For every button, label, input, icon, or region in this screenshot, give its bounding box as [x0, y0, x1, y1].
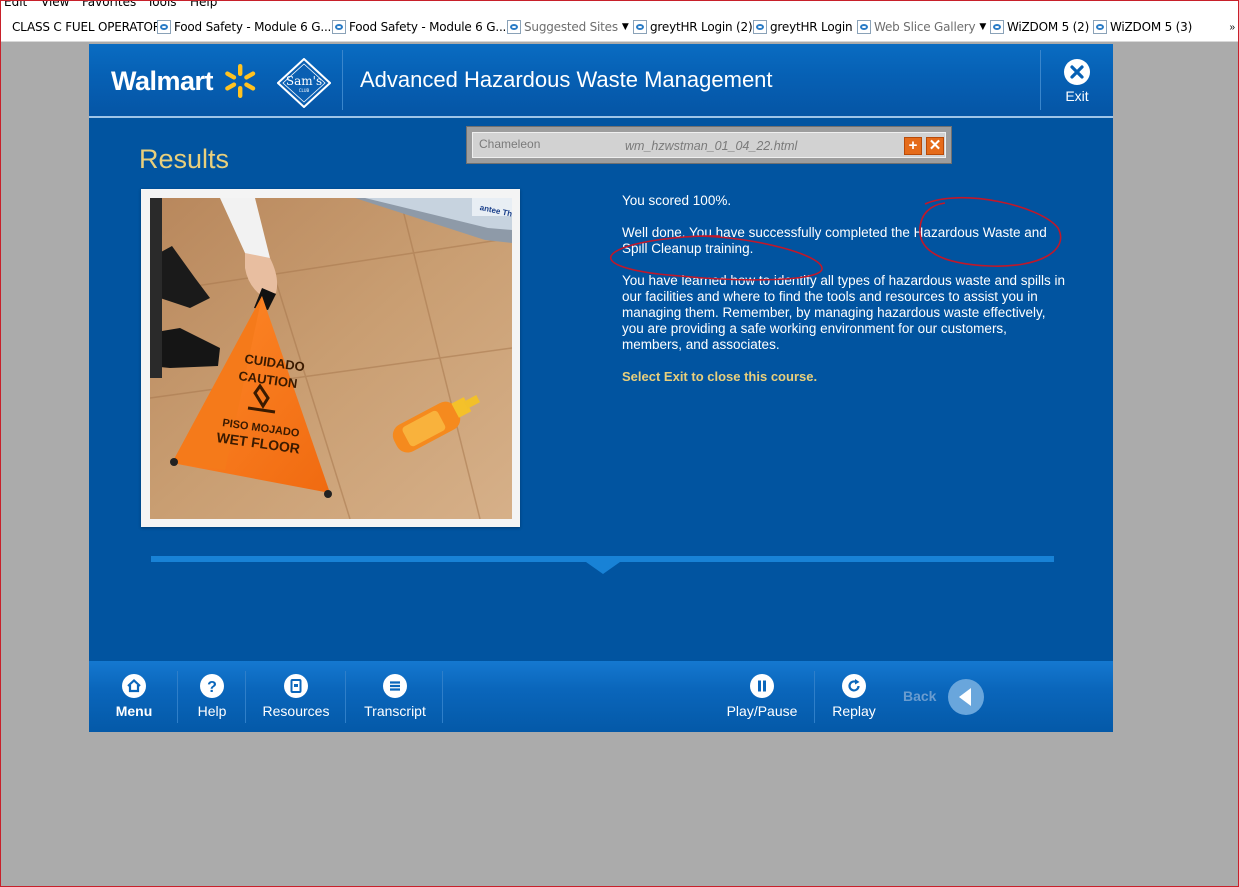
photo-frame: antee Th CUIDADO CAUTION PISO MOJADO WET… — [141, 189, 520, 527]
favorite-item[interactable]: WiZDOM 5 (2) — [990, 19, 1089, 35]
menu-tools[interactable]: Tools — [147, 0, 177, 9]
page-icon — [1, 20, 9, 34]
menu-view[interactable]: View — [41, 0, 69, 9]
favorite-label: Web Slice Gallery — [874, 20, 976, 34]
footer-divider — [345, 671, 346, 723]
header-divider — [342, 50, 343, 110]
progress-marker — [586, 562, 620, 574]
exit-instruction: Select Exit to close this course. — [622, 369, 818, 384]
back-button[interactable] — [948, 679, 984, 715]
course-header: Walmart Sam's CLUB Advanced Hazardous Wa… — [89, 44, 1113, 116]
close-icon[interactable]: ✕ — [926, 137, 944, 155]
walmart-logo: Walmart — [111, 66, 214, 96]
ie-page-icon — [633, 20, 647, 34]
transcript-icon — [383, 674, 407, 698]
ie-page-icon — [1093, 20, 1107, 34]
favorite-item[interactable]: greytHR Login — [753, 19, 853, 35]
dropdown-caret-icon: ▼ — [621, 22, 629, 32]
favorite-label: CLASS C FUEL OPERATOR — [12, 20, 161, 34]
transcript-label: Transcript — [364, 703, 426, 719]
home-icon — [122, 674, 146, 698]
footer-divider — [177, 671, 178, 723]
favorites-bar: CLASS C FUEL OPERATOR Food Safety - Modu… — [0, 10, 1239, 42]
more-chevron-icon[interactable]: » — [1229, 22, 1235, 33]
help-label: Help — [197, 703, 227, 719]
favorite-label: Food Safety - Module 6 G... — [349, 20, 507, 34]
footer-divider — [442, 671, 443, 723]
replay-icon — [842, 674, 866, 698]
transcript-button[interactable]: Transcript — [359, 661, 431, 732]
favorite-item[interactable]: WiZDOM 5 (3) — [1093, 19, 1192, 35]
course-footer: Menu ? Help Resources Transcript Play/Pa… — [89, 661, 1113, 732]
footer-divider — [814, 671, 815, 723]
dropdown-caret-icon: ▼ — [979, 22, 987, 32]
back-arrow-icon — [959, 688, 971, 706]
favorite-label: WiZDOM 5 (2) — [1007, 20, 1090, 34]
ie-page-icon — [990, 20, 1004, 34]
svg-text:?: ? — [207, 679, 217, 696]
favorite-label: greytHR Login — [770, 20, 853, 34]
header-underline — [89, 116, 1113, 118]
chameleon-toolbar[interactable]: Chameleon wm_hzwstman_01_04_22.html + ✕ — [466, 126, 952, 164]
sams-club-word: CLUB — [299, 88, 310, 93]
resources-icon — [284, 674, 308, 698]
play-pause-button[interactable]: Play/Pause — [724, 661, 800, 732]
menu-label: Menu — [115, 703, 153, 719]
score-text: You scored 100%. — [622, 193, 732, 208]
menu-favorites[interactable]: Favorites — [82, 0, 136, 9]
back-label: Back — [903, 688, 937, 704]
walmart-spark-icon — [225, 64, 256, 98]
pause-icon — [750, 674, 774, 698]
exit-label: Exit — [1065, 88, 1089, 104]
ie-page-icon — [753, 20, 767, 34]
help-icon: ? — [200, 674, 224, 698]
page-title: Results — [139, 144, 230, 174]
favorite-label: Suggested Sites — [524, 20, 618, 34]
chameleon-logo: Chameleon — [479, 137, 541, 151]
close-icon — [1064, 59, 1090, 85]
resources-button[interactable]: Resources — [259, 661, 333, 732]
exit-button[interactable]: Exit — [1041, 44, 1113, 116]
ie-page-icon — [857, 20, 871, 34]
help-button[interactable]: ? Help — [189, 661, 235, 732]
ie-page-icon — [332, 20, 346, 34]
ie-page-icon — [507, 20, 521, 34]
favorite-item[interactable]: greytHR Login (2) — [633, 19, 753, 35]
favorite-item[interactable]: Food Safety - Module 6 G... — [157, 19, 331, 35]
sams-wordmark: Sam's — [286, 74, 322, 88]
favorite-label: Food Safety - Module 6 G... — [174, 20, 332, 34]
course-title: Advanced Hazardous Waste Management — [360, 67, 773, 92]
favorite-item-suggested-sites[interactable]: Suggested Sites ▼ — [507, 19, 629, 35]
favorite-item-web-slice-gallery[interactable]: Web Slice Gallery ▼ — [857, 19, 986, 35]
favorite-item[interactable]: CLASS C FUEL OPERATOR — [1, 19, 161, 35]
menu-help[interactable]: Help — [190, 0, 217, 9]
chameleon-toolbar-inner: Chameleon wm_hzwstman_01_04_22.html + ✕ — [472, 132, 946, 158]
add-icon[interactable]: + — [904, 137, 922, 155]
replay-label: Replay — [832, 703, 876, 719]
chameleon-filename: wm_hzwstman_01_04_22.html — [625, 139, 798, 153]
completion-text: Well done. You have successfully complet… — [622, 225, 1047, 256]
favorite-label: WiZDOM 5 (3) — [1110, 20, 1193, 34]
play-pause-label: Play/Pause — [726, 703, 798, 719]
replay-button[interactable]: Replay — [826, 661, 882, 732]
menu-button[interactable]: Menu — [111, 661, 157, 732]
ie-page-icon — [157, 20, 171, 34]
summary-text: You have learned how to identify all typ… — [622, 273, 1066, 352]
results-content: You scored 100%. Well done. You have suc… — [622, 193, 1067, 401]
sams-club-logo: Sam's CLUB — [277, 58, 331, 108]
favorite-item[interactable]: Food Safety - Module 6 G... — [332, 19, 506, 35]
footer-divider — [245, 671, 246, 723]
resources-label: Resources — [262, 703, 330, 719]
wet-floor-photo: antee Th CUIDADO CAUTION PISO MOJADO WET… — [150, 198, 512, 519]
browser-menubar: Edit View Favorites Tools Help — [0, 0, 1239, 10]
menu-edit[interactable]: Edit — [4, 0, 27, 9]
favorite-label: greytHR Login (2) — [650, 20, 753, 34]
